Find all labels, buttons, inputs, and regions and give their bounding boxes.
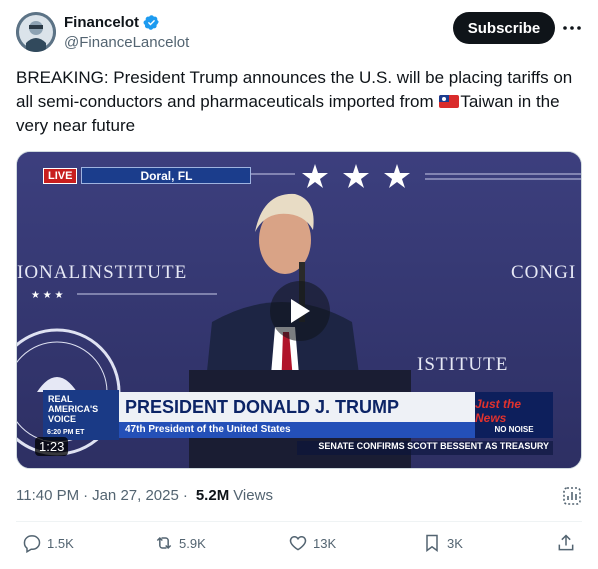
- verified-badge-icon: [143, 15, 159, 30]
- bookmark-count: 3K: [447, 535, 463, 551]
- play-icon: [291, 299, 310, 323]
- tweet-meta: 11:40 PM · Jan 27, 2025 · 5.2M Views: [16, 487, 273, 504]
- share-button[interactable]: [556, 533, 576, 553]
- network-logo-line-1: REAL: [48, 394, 73, 404]
- divider: [16, 521, 582, 522]
- location-label: Doral, FL: [81, 167, 252, 184]
- network-logo: REAL AMERICA'S VOICE 6:20 PM ET: [43, 390, 119, 440]
- video-player[interactable]: IONALINSTITUTE CONGI ★ ★ ★ ISTITUTE LIVE…: [16, 151, 582, 469]
- video-duration: 1:23: [35, 437, 69, 456]
- lower-third-title: 47th President of the United States: [119, 422, 475, 438]
- tweet-header: Financelot @FinanceLancelot Subscribe: [16, 12, 582, 54]
- analytics-icon[interactable]: [562, 486, 582, 506]
- reply-count: 1.5K: [47, 535, 74, 551]
- bookmark-button[interactable]: 3K: [422, 533, 463, 553]
- live-indicator: LIVE Doral, FL: [43, 167, 252, 184]
- brand-logo-tagline: NO NOISE: [494, 424, 534, 434]
- network-logo-line-3: VOICE: [48, 414, 77, 424]
- post-date[interactable]: Jan 27, 2025: [92, 487, 179, 504]
- post-time[interactable]: 11:40 PM: [16, 487, 79, 504]
- meta-separator: ·: [182, 487, 188, 504]
- tweet-text: BREAKING: President Trump announces the …: [16, 66, 582, 138]
- play-button[interactable]: [270, 281, 330, 341]
- repost-button[interactable]: 5.9K: [154, 533, 206, 553]
- heart-icon: [289, 535, 307, 551]
- meta-separator: ·: [83, 487, 89, 504]
- repost-count: 5.9K: [179, 535, 206, 551]
- live-badge: LIVE: [43, 167, 78, 184]
- avatar[interactable]: [16, 12, 56, 52]
- taiwan-flag-icon: [439, 95, 460, 108]
- more-options-icon[interactable]: [560, 16, 584, 40]
- views-label: Views: [233, 487, 273, 504]
- share-icon: [558, 534, 574, 551]
- like-count: 13K: [313, 535, 337, 551]
- lower-third-name: PRESIDENT DONALD J. TRUMP: [119, 392, 475, 422]
- repost-icon: [156, 536, 172, 550]
- backdrop-text-right: CONGI: [511, 262, 576, 283]
- lower-third: REAL AMERICA'S VOICE 6:20 PM ET PRESIDEN…: [43, 390, 553, 440]
- reply-icon: [23, 535, 41, 553]
- brand-logo: Just the News NO NOISE: [475, 392, 553, 438]
- bookmark-icon: [426, 534, 438, 552]
- news-ticker: SENATE CONFIRMS SCOTT BESSENT AS TREASUR…: [297, 441, 553, 455]
- brand-logo-name: Just the News: [475, 396, 522, 425]
- backdrop-text-podium: ISTITUTE: [417, 354, 508, 375]
- svg-text:★ ★ ★: ★ ★ ★: [31, 290, 63, 301]
- author-handle[interactable]: @FinanceLancelot: [64, 34, 189, 51]
- display-name[interactable]: Financelot: [64, 14, 139, 31]
- reply-button[interactable]: 1.5K: [22, 533, 74, 553]
- subscribe-button[interactable]: Subscribe: [453, 12, 555, 44]
- like-button[interactable]: 13K: [288, 533, 336, 553]
- network-logo-line-2: AMERICA'S: [48, 404, 99, 414]
- views-count: 5.2M: [195, 487, 230, 504]
- backdrop-text-left: IONALINSTITUTE: [17, 262, 187, 283]
- action-bar: 1.5K 5.9K 13K 3K: [16, 533, 582, 559]
